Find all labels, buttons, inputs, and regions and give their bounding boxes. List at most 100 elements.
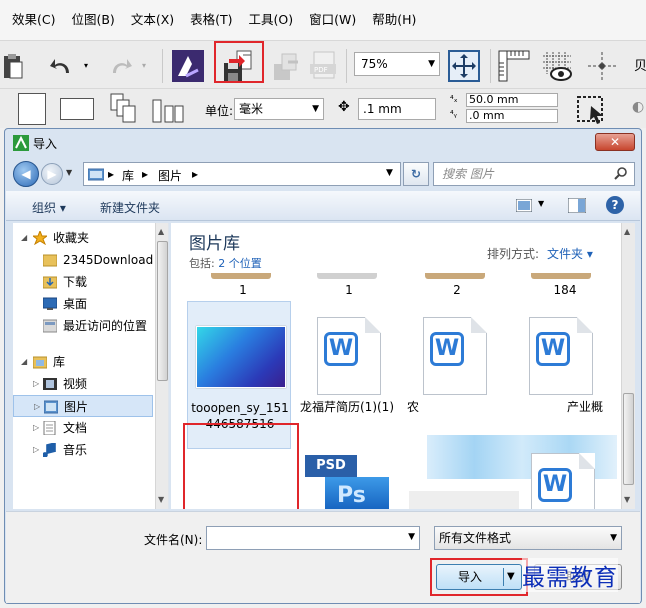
file-tile-cropped — [409, 491, 519, 509]
library-includes: 包括: 2 个位置 — [189, 257, 262, 270]
undo-icon[interactable] — [44, 48, 80, 84]
treat-as-filled-icon[interactable] — [572, 91, 608, 127]
menu-help[interactable]: 帮助(H) — [364, 0, 424, 40]
psd-file-icon[interactable]: PSD Ps — [305, 455, 389, 509]
word-document-icon: W — [317, 317, 381, 395]
menu-window[interactable]: 窗口(W) — [301, 0, 364, 40]
redo-icon[interactable] — [102, 48, 138, 84]
menu-tools[interactable]: 工具(O) — [241, 0, 302, 40]
duplicate-distance-x-value: 50.0 mm — [469, 93, 519, 106]
word-document-icon[interactable]: W — [531, 453, 595, 509]
scroll-down-icon[interactable]: ▼ — [158, 495, 164, 504]
new-folder-button[interactable]: 新建文件夹 — [100, 199, 160, 216]
dialog-title: 导入 — [33, 137, 58, 151]
sort-by-dropdown[interactable]: 文件夹 ▾ — [547, 245, 593, 262]
close-button[interactable]: ✕ — [595, 133, 635, 151]
change-view-icon[interactable] — [516, 199, 532, 212]
collapsed-arrow-icon: ▷ — [33, 445, 40, 454]
dialog-titlebar: 导入 ✕ — [5, 129, 641, 157]
nav-item-recent-places[interactable]: 最近访问的位置 — [13, 315, 153, 337]
nav-item-music[interactable]: ▷ 音乐 — [13, 439, 153, 461]
scrollbar-thumb[interactable] — [157, 241, 168, 381]
address-bar[interactable]: ▸ 库 ▸ 图片 ▸ ▼ — [83, 162, 401, 186]
export-icon[interactable] — [268, 48, 304, 84]
undo-dropdown-icon[interactable]: ▾ — [84, 61, 88, 70]
watermark-text: 最需教育 — [522, 558, 618, 592]
search-input[interactable]: 搜索 图片 — [433, 162, 635, 186]
organize-button[interactable]: 组织 ▾ — [32, 199, 66, 216]
expanded-arrow-icon: ◢ — [21, 233, 28, 242]
back-button[interactable]: ◀ — [13, 161, 39, 187]
all-pages-icon[interactable] — [108, 91, 144, 127]
corel-connect-icon[interactable] — [170, 48, 206, 84]
file-name: 产业概 — [566, 400, 603, 414]
file-list-pane: 图片库 包括: 2 个位置 排列方式: 文件夹 ▾ 1 1 2 184 tooo… — [171, 223, 635, 509]
preview-pane-icon[interactable] — [568, 198, 586, 213]
file-list-scrollbar[interactable]: ▲ ▼ — [621, 223, 635, 509]
menu-table[interactable]: 表格(T) — [182, 0, 240, 40]
help-icon[interactable]: ? — [606, 196, 624, 214]
full-screen-preview-icon[interactable] — [446, 48, 482, 84]
forward-button[interactable]: ▶ — [41, 163, 63, 185]
breadcrumb-libraries[interactable]: 库 — [122, 167, 134, 184]
menu-text[interactable]: 文本(X) — [123, 0, 182, 40]
library-locations-link[interactable]: 2 个位置 — [218, 257, 262, 270]
property-bar: 单位: 毫米 ▼ ✥ .1 mm ⁴ₓ 50.0 mm ⁴ᵧ .0 mm ◐ — [0, 88, 646, 128]
group-count: 1 — [239, 283, 247, 297]
file-tile-document[interactable]: W 产业概 — [507, 301, 611, 449]
redo-dropdown-icon[interactable]: ▾ — [142, 61, 146, 70]
paste-icon[interactable] — [0, 48, 26, 84]
overflow-icon: ◐ — [632, 99, 645, 115]
nav-item-videos[interactable]: ▷ 视频 — [13, 373, 153, 395]
nav-item-documents[interactable]: ▷ 文档 — [13, 417, 153, 439]
menu-effects[interactable]: 效果(C) — [4, 0, 63, 40]
zoom-level-select[interactable]: 75% ▼ — [354, 52, 440, 76]
music-icon — [43, 443, 56, 457]
file-type-filter-select[interactable]: 所有文件格式 ▼ — [434, 526, 622, 550]
refresh-button[interactable]: ↻ — [403, 162, 429, 186]
nav-item-downloads[interactable]: 下载 — [13, 271, 153, 293]
desktop-icon — [43, 297, 57, 310]
group-count: 1 — [345, 283, 353, 297]
file-tile-document[interactable]: W 农 — [401, 301, 505, 449]
scroll-up-icon[interactable]: ▲ — [158, 227, 164, 236]
duplicate-distance-x-input[interactable]: 50.0 mm — [466, 93, 558, 107]
nav-item-desktop[interactable]: 桌面 — [13, 293, 153, 315]
scrollbar-thumb[interactable] — [623, 393, 634, 485]
chevron-down-icon[interactable]: ▼ — [408, 532, 415, 542]
breadcrumb-separator: ▸ — [142, 167, 149, 181]
show-rulers-icon[interactable] — [496, 48, 532, 84]
nav-item-libraries[interactable]: ◢ 库 — [13, 351, 153, 373]
menu-bitmaps[interactable]: 位图(B) — [63, 0, 122, 40]
navigation-scrollbar[interactable]: ▲ ▼ — [155, 223, 168, 509]
file-name: 农 — [407, 400, 420, 414]
publish-pdf-icon[interactable]: PDF — [306, 48, 342, 84]
duplicate-distance-y-input[interactable]: .0 mm — [466, 109, 558, 123]
breadcrumb-separator: ▸ — [108, 167, 115, 181]
view-dropdown-icon[interactable]: ▼ — [538, 199, 544, 208]
show-grid-icon[interactable] — [540, 48, 576, 84]
current-page-icon[interactable] — [150, 91, 186, 127]
scroll-down-icon[interactable]: ▼ — [624, 495, 630, 504]
app-logo-icon — [13, 135, 29, 151]
address-dropdown-icon[interactable]: ▼ — [386, 168, 393, 178]
landscape-orientation-icon[interactable] — [60, 98, 94, 120]
nudge-distance-input[interactable]: .1 mm — [358, 98, 436, 120]
unit-select[interactable]: 毫米 ▼ — [234, 98, 324, 120]
breadcrumb-pictures[interactable]: 图片 — [158, 167, 182, 184]
file-tile-document[interactable]: W 龙福芹简历(1)(1) — [295, 301, 399, 449]
filename-input[interactable]: ▼ — [206, 526, 420, 550]
scroll-up-icon[interactable]: ▲ — [624, 227, 630, 236]
show-guidelines-icon[interactable] — [584, 48, 620, 84]
expanded-arrow-icon: ◢ — [21, 357, 28, 366]
nav-item-favorites[interactable]: ◢ 收藏夹 — [13, 227, 153, 249]
folder-tile-cropped — [425, 273, 485, 279]
group-count: 184 — [553, 283, 577, 297]
nav-item-2345downloads[interactable]: 2345Downloads — [13, 249, 153, 271]
nav-item-pictures[interactable]: ▷ 图片 — [13, 395, 153, 417]
toolbar-separator — [490, 49, 491, 83]
history-dropdown-icon[interactable]: ▼ — [66, 168, 72, 177]
documents-icon — [43, 421, 56, 435]
portrait-orientation-icon[interactable] — [18, 93, 46, 125]
chevron-down-icon: ▼ — [428, 59, 435, 69]
